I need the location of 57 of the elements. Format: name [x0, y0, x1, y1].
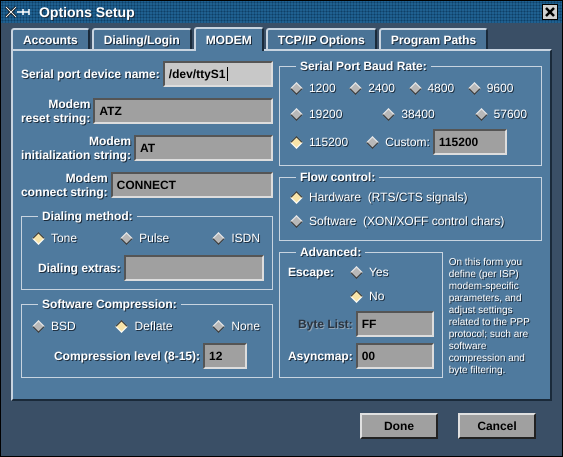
radio-label: Custom: [385, 134, 430, 151]
radio-label: Software (XON/XOFF control chars) [309, 213, 504, 230]
radio-label: 19200 [309, 106, 342, 123]
dialog-button[interactable]: Done [360, 413, 438, 439]
field-label: Escape: [288, 265, 334, 281]
close-icon [545, 7, 555, 17]
input-field[interactable]: AT [134, 135, 273, 161]
radio-label: Tone [51, 230, 78, 247]
tab[interactable]: Accounts [11, 28, 90, 49]
field-label: Serial port device name: [21, 67, 160, 81]
field-label: Asyncmap: [288, 348, 353, 365]
input-field[interactable]: /dev/ttyS1 [162, 61, 273, 87]
field-label: Modem connect string: [21, 171, 108, 199]
group-title: Dialing method: [41, 208, 134, 225]
input-field[interactable]: ATZ [93, 98, 273, 124]
radio-label: 4800 [428, 80, 454, 97]
radio-label: Pulse [139, 230, 170, 247]
tab[interactable]: Program Paths [378, 28, 488, 49]
window-logo-icon [5, 6, 31, 18]
radio-label: 57600 [494, 106, 527, 123]
field-label: Dialing extras: [38, 261, 121, 275]
help-text: On this form you define (per ISP) modem-specific parameters, and adjust settings related to the PPP protocol; such are software compression and byte filtering. [448, 256, 531, 378]
radio-label: 1200 [309, 80, 336, 97]
radio-button[interactable] [32, 232, 45, 244]
field-label: Compression level (8-15): [54, 349, 200, 363]
group-title: Advanced: [299, 244, 362, 261]
input-field[interactable]: 12 [203, 343, 248, 369]
radio-label: None [231, 318, 260, 335]
field-label: Modem reset string: [21, 97, 90, 125]
radio-label: 9600 [486, 80, 514, 97]
tab[interactable]: Dialing/Login [92, 28, 192, 49]
field-label: Modem initialization string: [21, 134, 131, 162]
input-field[interactable]: CONNECT [110, 172, 273, 198]
tab[interactable]: TCP/IP Options [266, 28, 377, 49]
group-title: Software Compression: [41, 296, 178, 313]
radio-label: 38400 [401, 106, 435, 123]
tab[interactable]: MODEM [194, 27, 264, 51]
radio-label: 115200 [309, 134, 348, 151]
group-title: Flow control: [299, 169, 376, 186]
input-field[interactable] [124, 255, 264, 281]
input-field[interactable]: 00 [356, 343, 434, 369]
dialog-button[interactable]: Cancel [458, 413, 536, 439]
radio-button[interactable] [290, 190, 303, 204]
group-title: Serial Port Baud Rate: [299, 58, 428, 75]
input-field[interactable]: 115200 [432, 129, 507, 155]
field-label: Byte List: [298, 316, 353, 333]
close-button[interactable] [542, 4, 558, 20]
window-title: Options Setup [39, 2, 135, 22]
radio-button[interactable] [290, 136, 303, 148]
radio-label: No [369, 288, 384, 305]
radio-label: Hardware (RTS/CTS signals) [309, 189, 468, 206]
radio-button[interactable] [350, 290, 363, 302]
radio-label: Deflate [134, 318, 173, 335]
radio-label: BSD [51, 318, 76, 335]
radio-label: 2400 [368, 80, 395, 97]
radio-label: ISDN [231, 230, 260, 247]
radio-label: Yes [369, 264, 389, 281]
